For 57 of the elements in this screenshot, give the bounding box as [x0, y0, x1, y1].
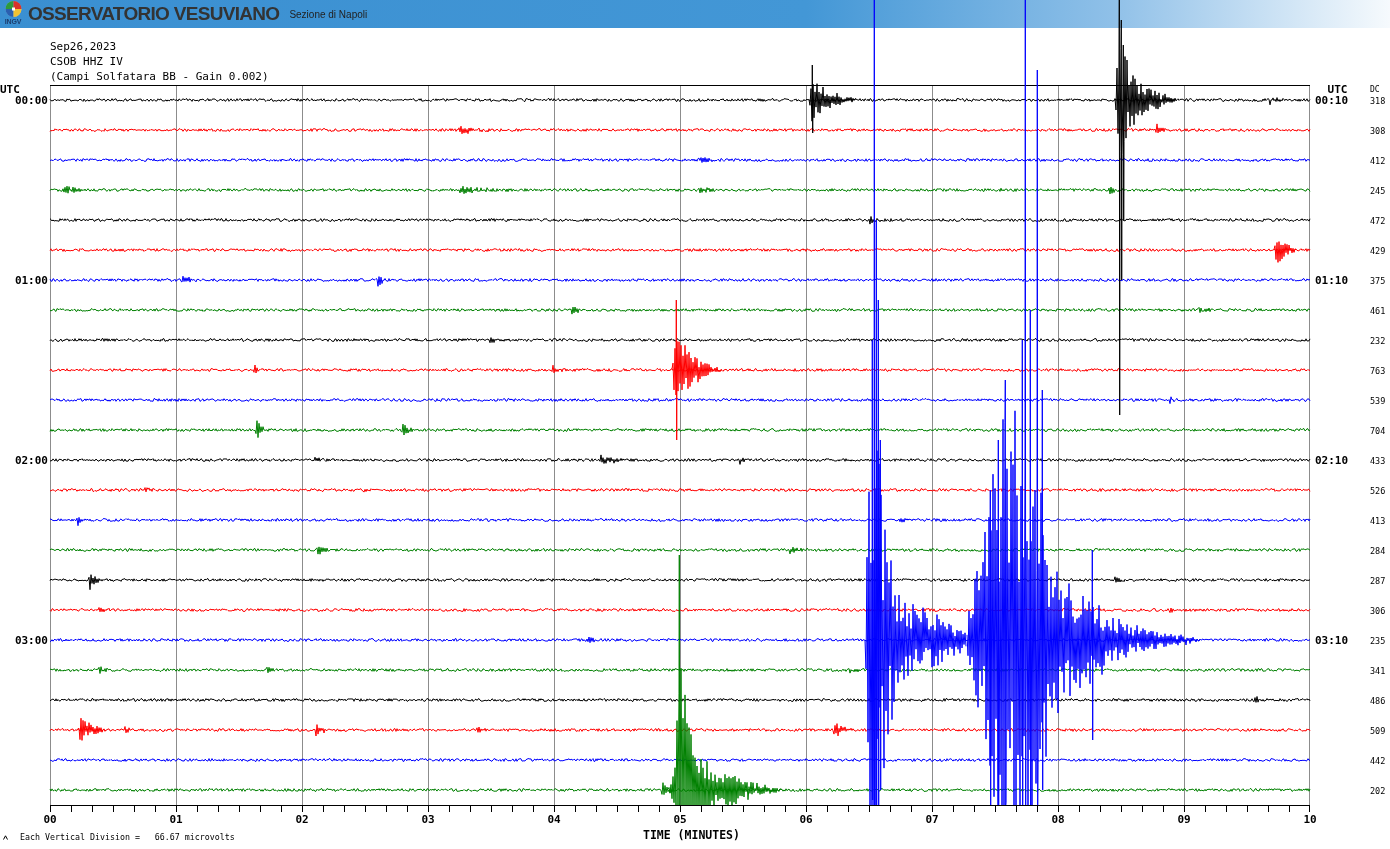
dc-value: 433 [1370, 455, 1386, 467]
time-tick-label: 09 [1177, 812, 1191, 828]
dc-value: 704 [1370, 425, 1386, 437]
row-end-time: 02:10 [1315, 455, 1349, 467]
scale-note: Each Vertical Division = 66.67 microvolts [20, 832, 235, 842]
chevron-icon [3, 835, 9, 840]
dc-value: 442 [1370, 755, 1386, 767]
row-start-time: 02:00 [14, 455, 48, 467]
dc-value: 318 [1370, 95, 1386, 107]
time-tick-label: 02 [295, 812, 309, 828]
site-subtitle: Sezione di Napoli [289, 9, 368, 21]
dc-value: 341 [1370, 665, 1386, 677]
dc-value: 486 [1370, 695, 1386, 707]
dc-value: 202 [1370, 785, 1386, 797]
dc-value: 412 [1370, 155, 1386, 167]
dc-value: 763 [1370, 365, 1386, 377]
seismic-event [1273, 241, 1297, 263]
seismic-event [77, 717, 107, 741]
dc-value: 235 [1370, 635, 1386, 647]
row-start-time: 01:00 [14, 275, 48, 287]
row-end-time: 00:10 [1315, 95, 1349, 107]
time-tick-label: 07 [925, 812, 939, 828]
time-tick-label: 01 [169, 812, 183, 828]
dc-value: 375 [1370, 275, 1386, 287]
dc-value: 284 [1370, 545, 1386, 557]
time-tick-label: 08 [1051, 812, 1065, 828]
site-title: OSSERVATORIO VESUVIANO [28, 3, 280, 25]
dc-value: 245 [1370, 185, 1386, 197]
time-tick-label: 05 [673, 812, 687, 828]
row-start-time: 00:00 [14, 95, 48, 107]
time-tick-label: 10 [1303, 812, 1317, 828]
dc-value: 461 [1370, 305, 1386, 317]
dc-value: 509 [1370, 725, 1386, 737]
logo-icon [4, 0, 22, 18]
dc-value: 429 [1370, 245, 1386, 257]
dc-value: 526 [1370, 485, 1386, 497]
time-tick-label: 04 [547, 812, 561, 828]
station-description: (Campi Solfatara BB - Gain 0.002) [50, 69, 269, 84]
chart-date: Sep26,2023 [50, 39, 117, 54]
time-tick-label: 03 [421, 812, 435, 828]
dc-value: 308 [1370, 125, 1386, 137]
dc-value: 539 [1370, 395, 1386, 407]
dc-heading: DC [1370, 85, 1380, 95]
row-end-time: 03:10 [1315, 635, 1349, 647]
utc-heading: UTC [1327, 85, 1348, 95]
time-axis-title: TIME (MINUTES) [643, 829, 740, 842]
dc-value: 472 [1370, 215, 1386, 227]
dc-value: 232 [1370, 335, 1386, 347]
dc-value: 287 [1370, 575, 1386, 587]
time-tick-label: 06 [799, 812, 813, 828]
dc-value: 413 [1370, 515, 1386, 527]
row-start-time: 03:00 [14, 635, 48, 647]
utc-heading: UTC [0, 85, 20, 95]
station-code: CSOB HHZ IV [50, 54, 123, 69]
dc-value: 306 [1370, 605, 1386, 617]
time-tick-label: 00 [43, 812, 57, 828]
row-end-time: 01:10 [1315, 275, 1349, 287]
